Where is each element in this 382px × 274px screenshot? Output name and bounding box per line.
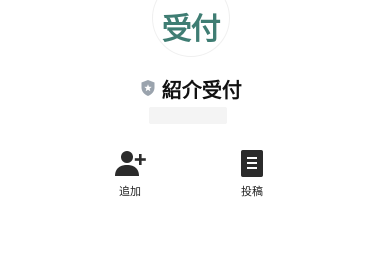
add-friend-icon <box>114 149 146 179</box>
add-friend-label: 追加 <box>119 185 141 198</box>
add-friend-button[interactable]: 追加 <box>95 149 165 199</box>
posts-label: 投稿 <box>241 185 263 198</box>
account-name-row: 紹介受付 <box>0 72 382 104</box>
account-name: 紹介受付 <box>162 77 242 102</box>
posts-icon <box>236 149 268 179</box>
posts-button[interactable]: 投稿 <box>217 149 287 199</box>
avatar-text: 受付 <box>162 12 221 47</box>
profile-avatar[interactable]: 受付 <box>152 0 230 57</box>
shield-icon <box>140 79 156 97</box>
status-message-placeholder <box>149 107 227 124</box>
